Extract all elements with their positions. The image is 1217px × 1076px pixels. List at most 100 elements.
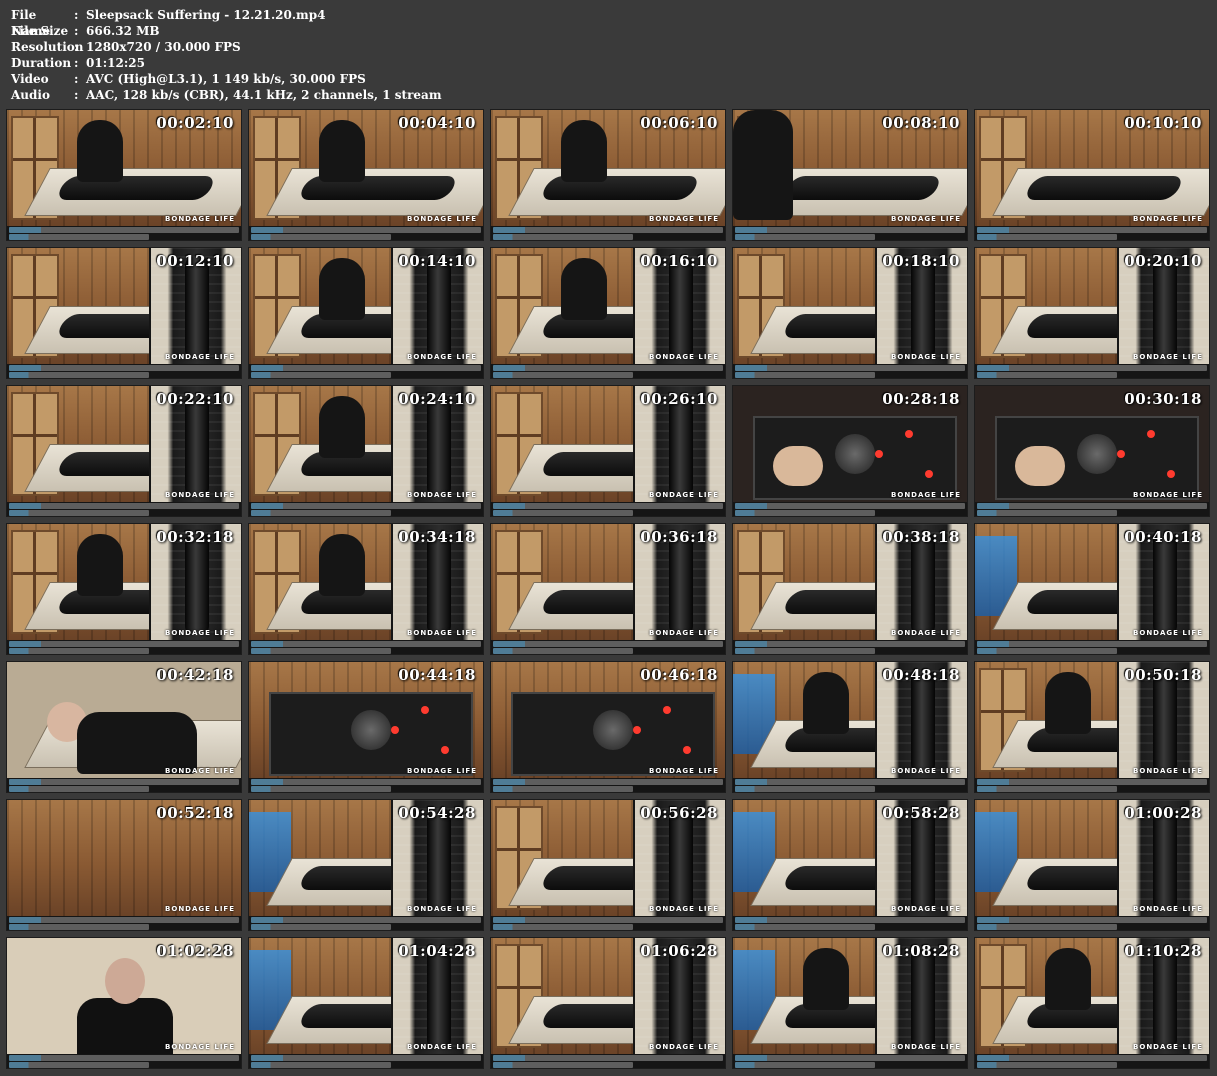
video-thumbnail[interactable]: 00:04:10 BONDAGE LIFE — [248, 109, 484, 241]
timestamp-label: 00:56:28 — [640, 804, 718, 822]
chat-line — [251, 917, 481, 923]
chat-overlay — [249, 226, 483, 240]
video-thumbnail[interactable]: 00:34:18 BONDAGE LIFE — [248, 523, 484, 655]
chat-line — [735, 510, 876, 516]
person-image — [803, 948, 849, 1010]
video-thumbnail[interactable]: 00:28:18 BONDAGE LIFE — [732, 385, 968, 517]
timestamp-label: 00:18:10 — [882, 252, 960, 270]
chat-line — [9, 510, 150, 516]
chat-line — [493, 917, 723, 923]
chat-line — [735, 779, 965, 785]
chat-overlay — [733, 364, 967, 378]
file-info-label: Video — [11, 72, 49, 86]
control-box-image — [511, 692, 715, 776]
watermark-logo: BONDAGE LIFE — [891, 491, 961, 499]
video-thumbnail[interactable]: 00:14:10 BONDAGE LIFE — [248, 247, 484, 379]
chat-line — [9, 648, 150, 654]
chat-line — [251, 227, 481, 233]
video-thumbnail[interactable]: 00:22:10 BONDAGE LIFE — [6, 385, 242, 517]
person-image — [1045, 672, 1091, 734]
file-info-separator: : — [74, 88, 79, 102]
chat-overlay — [7, 364, 241, 378]
chat-line — [9, 1062, 150, 1068]
video-thumbnail[interactable]: 00:08:10 BONDAGE LIFE — [732, 109, 968, 241]
video-thumbnail[interactable]: 01:04:28 BONDAGE LIFE — [248, 937, 484, 1069]
video-thumbnail[interactable]: 00:44:18 BONDAGE LIFE — [248, 661, 484, 793]
video-thumbnail[interactable]: 00:54:28 BONDAGE LIFE — [248, 799, 484, 931]
chat-overlay — [733, 1054, 967, 1068]
video-thumbnail[interactable]: 00:20:10 BONDAGE LIFE — [974, 247, 1210, 379]
video-thumbnail[interactable]: 00:10:10 BONDAGE LIFE — [974, 109, 1210, 241]
chat-line — [251, 503, 481, 509]
timestamp-label: 00:34:18 — [398, 528, 476, 546]
chat-line — [9, 786, 150, 792]
watermark-logo: BONDAGE LIFE — [649, 215, 719, 223]
video-thumbnail[interactable]: 00:58:28 BONDAGE LIFE — [732, 799, 968, 931]
timestamp-label: 00:48:18 — [882, 666, 960, 684]
chat-overlay — [491, 1054, 725, 1068]
chat-line — [9, 372, 150, 378]
person-image — [319, 534, 365, 596]
chat-line — [251, 779, 481, 785]
chat-line — [9, 641, 239, 647]
video-thumbnail[interactable]: 00:42:18 BONDAGE LIFE — [6, 661, 242, 793]
watermark-logo: BONDAGE LIFE — [649, 1043, 719, 1051]
chat-line — [977, 648, 1118, 654]
video-thumbnail[interactable]: 01:06:28 BONDAGE LIFE — [490, 937, 726, 1069]
chat-line — [9, 234, 150, 240]
sleepsack-image — [1022, 176, 1186, 200]
chat-line — [735, 641, 965, 647]
timestamp-label: 00:58:28 — [882, 804, 960, 822]
watermark-logo: BONDAGE LIFE — [891, 767, 961, 775]
watermark-logo: BONDAGE LIFE — [891, 353, 961, 361]
video-thumbnail[interactable]: 00:30:18 BONDAGE LIFE — [974, 385, 1210, 517]
video-thumbnail[interactable]: 00:38:18 BONDAGE LIFE — [732, 523, 968, 655]
video-thumbnail[interactable]: 00:48:18 BONDAGE LIFE — [732, 661, 968, 793]
video-thumbnail[interactable]: 00:06:10 BONDAGE LIFE — [490, 109, 726, 241]
video-thumbnail[interactable]: 00:56:28 BONDAGE LIFE — [490, 799, 726, 931]
video-thumbnail[interactable]: 00:12:10 BONDAGE LIFE — [6, 247, 242, 379]
file-info-value: Sleepsack Suffering - 12.21.20.mp4 — [86, 8, 326, 22]
chat-overlay — [491, 640, 725, 654]
video-thumbnail[interactable]: 00:46:18 BONDAGE LIFE — [490, 661, 726, 793]
file-info-row: File Name: Sleepsack Suffering - 12.21.20… — [11, 7, 442, 38]
timestamp-label: 00:40:18 — [1124, 528, 1202, 546]
watermark-logo: BONDAGE LIFE — [1133, 767, 1203, 775]
timestamp-label: 01:02:28 — [156, 942, 234, 960]
chat-overlay — [7, 916, 241, 930]
timestamp-label: 01:10:28 — [1124, 942, 1202, 960]
video-thumbnail[interactable]: 01:02:28 BONDAGE LIFE — [6, 937, 242, 1069]
video-thumbnail[interactable]: 00:36:18 BONDAGE LIFE — [490, 523, 726, 655]
chat-line — [977, 1055, 1207, 1061]
watermark-logo: BONDAGE LIFE — [649, 767, 719, 775]
chat-line — [493, 234, 634, 240]
video-thumbnail[interactable]: 00:16:10 BONDAGE LIFE — [490, 247, 726, 379]
video-thumbnail[interactable]: 00:40:18 BONDAGE LIFE — [974, 523, 1210, 655]
file-info-row: Resolution:1280x720 / 30.000 FPS — [11, 39, 442, 55]
video-thumbnail[interactable]: 00:18:10 BONDAGE LIFE — [732, 247, 968, 379]
chat-line — [977, 503, 1207, 509]
chat-line — [735, 786, 876, 792]
video-thumbnail[interactable]: 00:24:10 BONDAGE LIFE — [248, 385, 484, 517]
chat-line — [9, 365, 239, 371]
sleepsack-image — [780, 176, 944, 200]
chat-overlay — [7, 502, 241, 516]
video-thumbnail[interactable]: 01:00:28 BONDAGE LIFE — [974, 799, 1210, 931]
watermark-logo: BONDAGE LIFE — [165, 905, 235, 913]
control-box-image — [269, 692, 473, 776]
person-image — [77, 534, 123, 596]
timestamp-label: 00:10:10 — [1124, 114, 1202, 132]
timestamp-label: 00:02:10 — [156, 114, 234, 132]
video-thumbnail[interactable]: 00:52:18 BONDAGE LIFE — [6, 799, 242, 931]
video-thumbnail[interactable]: 01:08:28 BONDAGE LIFE — [732, 937, 968, 1069]
chat-line — [493, 372, 634, 378]
video-thumbnail[interactable]: 00:02:10 BONDAGE LIFE — [6, 109, 242, 241]
video-thumbnail[interactable]: 00:32:18 BONDAGE LIFE — [6, 523, 242, 655]
video-thumbnail[interactable]: 00:50:18 BONDAGE LIFE — [974, 661, 1210, 793]
chat-line — [493, 1062, 634, 1068]
chat-line — [735, 917, 965, 923]
chat-line — [9, 503, 239, 509]
video-thumbnail[interactable]: 01:10:28 BONDAGE LIFE — [974, 937, 1210, 1069]
video-thumbnail[interactable]: 00:26:10 BONDAGE LIFE — [490, 385, 726, 517]
chat-line — [977, 641, 1207, 647]
